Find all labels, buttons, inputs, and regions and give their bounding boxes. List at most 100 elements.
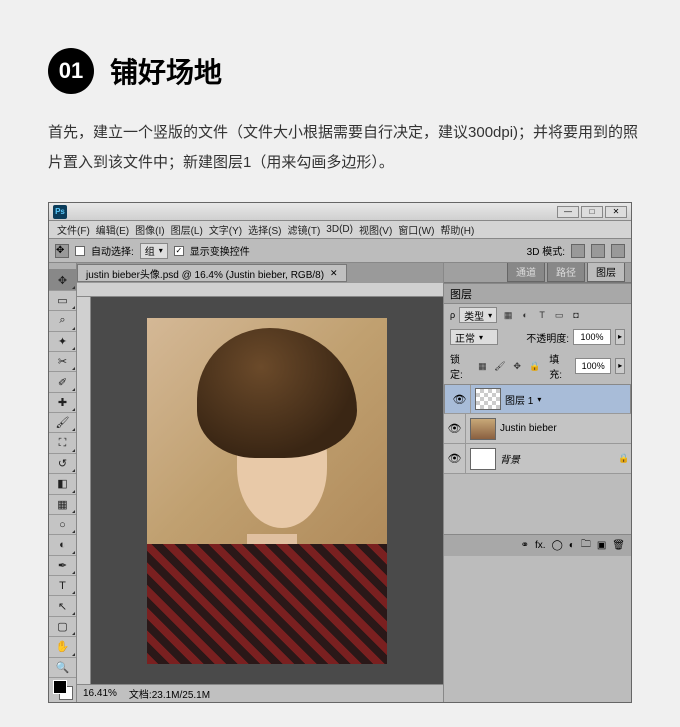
lasso-tool[interactable]: ⌕ <box>49 311 76 331</box>
window-titlebar: Ps — □ ✕ <box>49 203 631 221</box>
hand-tool[interactable]: ✋ <box>49 637 76 657</box>
mask-icon[interactable]: ◯ <box>552 540 563 551</box>
layers-panel: 图层 ρ 类型 ▦ ◐ T ▭ ◘ 正常 <box>444 283 631 556</box>
auto-select-checkbox[interactable] <box>75 246 85 256</box>
menu-window[interactable]: 窗口(W) <box>396 222 436 237</box>
menu-file[interactable]: 文件(F) <box>55 222 92 237</box>
crop-tool[interactable]: ✂ <box>49 352 76 372</box>
gradient-tool[interactable]: ▦ <box>49 495 76 515</box>
lock-pos-icon[interactable]: ✥ <box>511 359 524 373</box>
document-tab[interactable]: justin bieber头像.psd @ 16.4% (Justin bieb… <box>77 264 347 282</box>
mode-3d-label: 3D 模式: <box>527 243 565 258</box>
document-tab-bar: justin bieber头像.psd @ 16.4% (Justin bieb… <box>77 263 443 283</box>
layer-thumb <box>470 418 496 440</box>
filter-adjust-icon[interactable]: ◐ <box>518 308 532 322</box>
fill-arrow[interactable]: ▸ <box>615 358 625 374</box>
lock-trans-icon[interactable]: ▦ <box>476 359 489 373</box>
menu-image[interactable]: 图像(I) <box>133 222 166 237</box>
layer-kind-dropdown[interactable]: 类型 <box>459 307 497 323</box>
heal-tool[interactable]: ✚ <box>49 393 76 413</box>
adjust-icon[interactable]: ◐ <box>569 540 575 551</box>
zoom-level[interactable]: 16.41% <box>83 688 117 699</box>
tab-layers-top[interactable]: 图层 <box>587 263 625 282</box>
ps-logo-icon: Ps <box>53 205 67 219</box>
menu-view[interactable]: 视图(V) <box>357 222 394 237</box>
step-title: 铺好场地 <box>110 51 222 91</box>
shape-tool[interactable]: ▢ <box>49 617 76 637</box>
opacity-arrow[interactable]: ▸ <box>615 329 625 345</box>
pen-tool[interactable]: ✒ <box>49 556 76 576</box>
move-tool[interactable]: ✥ <box>49 270 76 290</box>
tab-channels[interactable]: 通道 <box>507 263 545 282</box>
visibility-icon[interactable]: 👁 <box>444 444 466 473</box>
step-description: 首先，建立一个竖版的文件（文件大小根据需要自行决定，建议300dpi)；并将要用… <box>48 118 648 178</box>
layer-row[interactable]: 👁 图层 1 <box>444 384 631 414</box>
filter-type-icon[interactable]: T <box>535 308 549 322</box>
zoom-tool[interactable]: 🔍 <box>49 658 76 678</box>
menu-filter[interactable]: 滤镜(T) <box>286 222 323 237</box>
eyedropper-tool[interactable]: ✐ <box>49 372 76 392</box>
3d-icon-1[interactable] <box>571 244 585 258</box>
auto-select-label: 自动选择: <box>91 243 134 258</box>
wand-tool[interactable]: ✦ <box>49 332 76 352</box>
3d-icon-3[interactable] <box>611 244 625 258</box>
blend-mode-dropdown[interactable]: 正常 <box>450 329 498 345</box>
folder-icon[interactable]: 🗀 <box>581 537 591 554</box>
close-button[interactable]: ✕ <box>605 206 627 218</box>
minimize-button[interactable]: — <box>557 206 579 218</box>
link-icon[interactable]: ⚭ <box>521 540 529 551</box>
photo-content <box>147 318 387 664</box>
auto-select-dropdown[interactable]: 组 <box>140 243 168 259</box>
fill-label: 填充: <box>549 351 571 381</box>
layer-name[interactable]: Justin bieber <box>500 423 557 434</box>
fx-icon[interactable]: fx. <box>535 540 546 551</box>
tab-paths[interactable]: 路径 <box>547 263 585 282</box>
layer-name[interactable]: 图层 1 <box>505 392 533 407</box>
show-controls-label: 显示变换控件 <box>190 243 250 258</box>
lock-icon: 🔒 <box>617 452 631 466</box>
new-layer-icon[interactable]: ▣ <box>597 540 606 551</box>
marquee-tool[interactable]: ▭ <box>49 291 76 311</box>
ruler-horizontal <box>77 283 443 297</box>
move-tool-icon[interactable]: ✥ <box>55 244 69 258</box>
color-swatch[interactable] <box>49 678 76 702</box>
filter-shape-icon[interactable]: ▭ <box>552 308 566 322</box>
filter-pixel-icon[interactable]: ▦ <box>501 308 515 322</box>
step-number-badge: 01 <box>48 48 94 94</box>
type-tool[interactable]: T <box>49 576 76 596</box>
visibility-icon[interactable]: 👁 <box>449 385 471 413</box>
menu-type[interactable]: 文字(Y) <box>207 222 244 237</box>
eraser-tool[interactable]: ◧ <box>49 474 76 494</box>
menu-3d[interactable]: 3D(D) <box>324 224 355 235</box>
canvas-area[interactable] <box>91 297 443 684</box>
layer-thumb <box>475 388 501 410</box>
3d-icon-2[interactable] <box>591 244 605 258</box>
opacity-input[interactable]: 100% <box>573 329 611 345</box>
photoshop-window: Ps — □ ✕ 文件(F) 编辑(E) 图像(I) 图层(L) 文字(Y) 选… <box>48 202 632 703</box>
trash-icon[interactable]: 🗑 <box>612 540 625 551</box>
stamp-tool[interactable]: ⛶ <box>49 433 76 453</box>
layers-list: 👁 图层 1 👁 Justin bieber 👁 背景 <box>444 384 631 474</box>
lock-all-icon[interactable]: 🔒 <box>528 359 541 373</box>
doc-size: 文档:23.1M/25.1M <box>129 686 210 701</box>
history-brush-tool[interactable]: ↺ <box>49 454 76 474</box>
layer-thumb <box>470 448 496 470</box>
menu-edit[interactable]: 编辑(E) <box>94 222 131 237</box>
show-controls-checkbox[interactable]: ✓ <box>174 246 184 256</box>
close-tab-icon[interactable]: ✕ <box>330 268 338 279</box>
layer-row[interactable]: 👁 Justin bieber <box>444 414 631 444</box>
layer-name[interactable]: 背景 <box>500 451 520 466</box>
blur-tool[interactable]: ○ <box>49 515 76 535</box>
dodge-tool[interactable]: ◐ <box>49 535 76 555</box>
maximize-button[interactable]: □ <box>581 206 603 218</box>
layer-row[interactable]: 👁 背景 🔒 <box>444 444 631 474</box>
lock-pixel-icon[interactable]: 🖌 <box>493 359 506 373</box>
menu-help[interactable]: 帮助(H) <box>438 222 476 237</box>
brush-tool[interactable]: 🖌 <box>49 413 76 433</box>
menu-layer[interactable]: 图层(L) <box>169 222 205 237</box>
fill-input[interactable]: 100% <box>575 358 611 374</box>
filter-smart-icon[interactable]: ◘ <box>569 308 583 322</box>
path-tool[interactable]: ↖ <box>49 596 76 616</box>
visibility-icon[interactable]: 👁 <box>444 414 466 443</box>
menu-select[interactable]: 选择(S) <box>246 222 283 237</box>
